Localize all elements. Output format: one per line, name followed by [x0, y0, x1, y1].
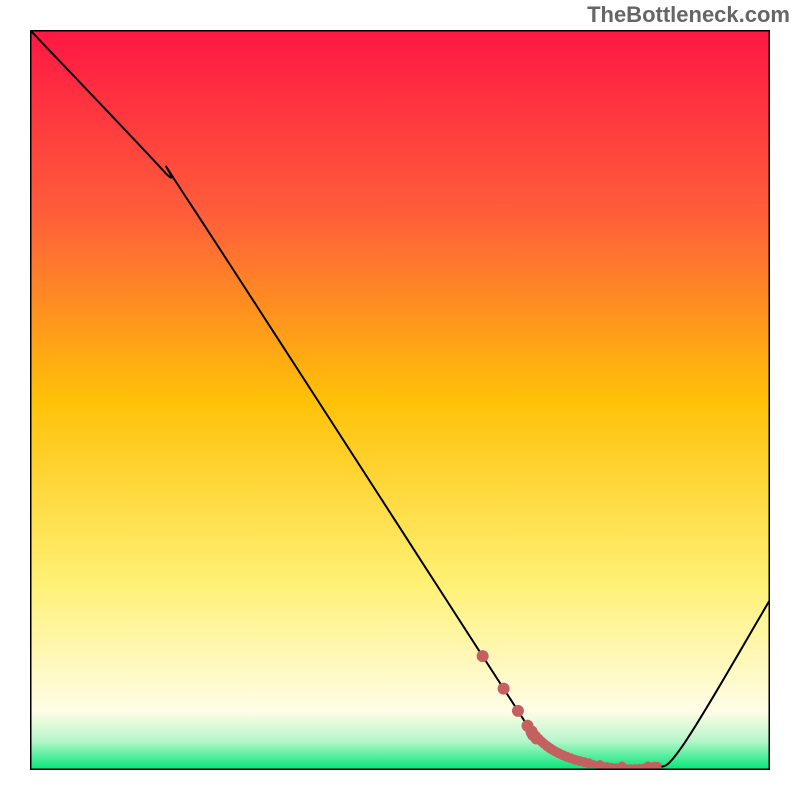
chart-container: TheBottleneck.com — [0, 0, 800, 800]
gradient-background — [30, 30, 770, 770]
chart-svg — [30, 30, 770, 770]
watermark-text: TheBottleneck.com — [587, 2, 790, 28]
chart-plot-area — [30, 30, 770, 770]
